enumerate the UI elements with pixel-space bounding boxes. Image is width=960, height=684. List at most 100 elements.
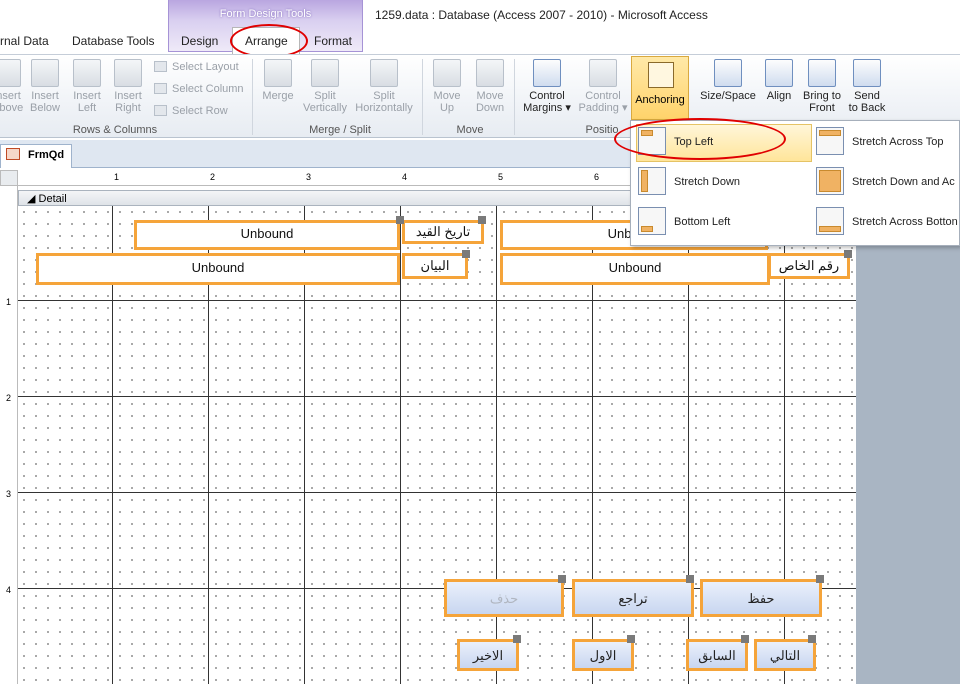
insert-below-icon [31,59,59,87]
ribbon-separator [422,59,423,135]
canvas-background [856,186,960,684]
ruler-mark: 1 [114,172,120,182]
next-record-button[interactable]: التالي [754,639,816,671]
move-handle[interactable] [462,250,470,258]
select-layout-icon [154,61,167,72]
stretch-across-top-icon [816,127,844,155]
window-title: 1259.data : Database (Access 2007 - 2010… [375,8,708,22]
split-horizontally-button[interactable]: Split Horizontally [350,59,418,114]
delete-button[interactable]: حذف [444,579,564,617]
tab-external-data[interactable]: rnal Data [0,34,49,48]
undo-button[interactable]: تراجع [572,579,694,617]
highlight-oval-arrange [230,24,308,58]
send-to-back-button[interactable]: Send to Back [846,59,888,114]
ruler-mark: 4 [402,172,408,182]
group-label-move: Move [456,124,484,136]
label-number[interactable]: رقم الخاص [768,253,850,279]
move-handle[interactable] [513,635,521,643]
ruler-mark: 4 [6,585,12,595]
move-down-button[interactable]: Move Down [470,59,510,114]
last-record-button[interactable]: الاخير [457,639,519,671]
group-label-merge-split: Merge / Split [309,124,371,136]
move-down-icon [476,59,504,87]
stretch-across-bottom-icon [816,207,844,235]
form-selector[interactable] [0,170,18,186]
previous-record-button[interactable]: السابق [686,639,748,671]
first-record-button[interactable]: الاول [572,639,634,671]
split-horizontally-icon [370,59,398,87]
anchoring-icon [648,62,674,88]
align-button[interactable]: Align [762,59,796,102]
unbound-textbox-date[interactable]: Unbound [134,220,400,250]
menu-item-stretch-across-top[interactable]: Stretch Across Top [852,124,960,160]
insert-right-button[interactable]: Insert Right [111,59,145,114]
tab-database-tools[interactable]: Database Tools [72,34,155,48]
move-up-button[interactable]: Move Up [428,59,466,114]
ruler-mark: 2 [6,393,12,403]
send-to-back-icon [853,59,881,87]
menu-item-bottom-left[interactable]: Bottom Left [674,204,804,240]
size-space-button[interactable]: Size/Space [698,59,758,102]
insert-above-icon [0,59,21,87]
select-row-button[interactable]: Select Row [154,105,228,117]
move-handle[interactable] [396,216,404,224]
control-padding-icon [589,59,617,87]
insert-above-button[interactable]: Insert Above [0,59,23,114]
collapse-arrow-icon: ◢ [27,193,39,205]
align-icon [765,59,793,87]
move-up-icon [433,59,461,87]
label-description[interactable]: البيان [402,253,468,279]
stretch-down-icon [638,167,666,195]
move-handle[interactable] [808,635,816,643]
label-date[interactable]: تاريخ القيد [402,220,484,244]
split-vertically-button[interactable]: Split Vertically [300,59,350,114]
ruler-mark: 1 [6,297,12,307]
bottom-left-anchor-icon [638,207,666,235]
ruler-mark: 6 [594,172,600,182]
menu-item-stretch-down[interactable]: Stretch Down [674,164,804,200]
tab-format[interactable]: Format [314,34,352,48]
control-margins-icon [533,59,561,87]
bring-to-front-icon [808,59,836,87]
ribbon-separator [514,59,515,135]
highlight-oval-top-left [614,118,786,160]
ribbon-separator [252,59,253,135]
context-group-title: Form Design Tools [219,8,312,20]
split-vertically-icon [311,59,339,87]
move-handle[interactable] [686,575,694,583]
ruler-mark: 3 [306,172,312,182]
select-layout-button[interactable]: Select Layout [154,61,239,73]
save-button[interactable]: حفظ [700,579,822,617]
insert-left-button[interactable]: Insert Left [70,59,104,114]
unbound-textbox-description[interactable]: Unbound [36,253,400,285]
anchoring-label: Anchoring [635,94,685,106]
size-space-icon [714,59,742,87]
select-column-icon [154,83,167,94]
ruler-mark: 3 [6,489,12,499]
stretch-down-and-across-icon [816,167,844,195]
insert-left-icon [73,59,101,87]
insert-below-button[interactable]: Insert Below [28,59,62,114]
menu-item-stretch-across-bottom[interactable]: Stretch Across Botton [852,204,960,240]
menu-item-stretch-down-and-across[interactable]: Stretch Down and Ac [852,164,960,200]
move-handle[interactable] [741,635,749,643]
section-label: Detail [38,193,67,205]
select-column-button[interactable]: Select Column [154,83,244,95]
unbound-textbox-number[interactable]: Unbound [500,253,770,285]
move-handle[interactable] [816,575,824,583]
move-handle[interactable] [844,250,852,258]
ruler-mark: 5 [498,172,504,182]
move-handle[interactable] [478,216,486,224]
group-label-rows-columns: Rows & Columns [72,124,158,136]
control-padding-button[interactable]: Control Padding ▾ [578,59,628,114]
control-margins-button[interactable]: Control Margins ▾ [520,59,574,114]
bring-to-front-button[interactable]: Bring to Front [800,59,844,114]
merge-icon [264,59,292,87]
tab-design[interactable]: Design [181,34,218,48]
ruler-mark: 2 [210,172,216,182]
move-handle[interactable] [627,635,635,643]
move-handle[interactable] [558,575,566,583]
merge-button[interactable]: Merge [260,59,296,102]
vertical-ruler [0,186,18,684]
select-row-icon [154,105,167,116]
